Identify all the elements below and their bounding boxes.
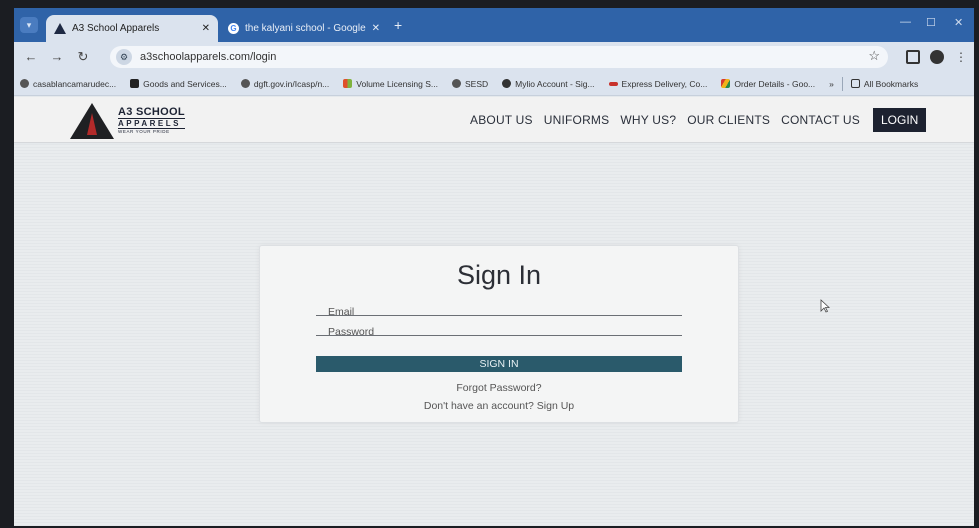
mylio-icon (502, 79, 512, 88)
drive-icon (721, 79, 731, 88)
nav-our-clients[interactable]: OUR CLIENTS (687, 113, 770, 127)
menu-kebab-icon[interactable]: ⋮ (954, 50, 968, 64)
email-input[interactable] (316, 305, 682, 319)
bookmarks-bar: casablancamarudec... Goods and Services.… (14, 72, 974, 96)
nav-contact-us[interactable]: CONTACT US (781, 113, 860, 127)
logo-tagline: WEAR YOUR PRIDE (118, 129, 170, 134)
nav-why-us[interactable]: WHY US? (620, 113, 676, 127)
browser-toolbar: ← → ↻ ⚙ a3schoolapparels.com/login ☆ ⋮ (14, 42, 974, 72)
password-input[interactable] (316, 325, 682, 339)
signup-link[interactable]: Don't have an account? Sign Up (260, 400, 738, 412)
bookmark-star-icon[interactable]: ☆ (868, 48, 880, 64)
microsoft-icon (343, 79, 353, 88)
bookmark-label: Goods and Services... (143, 78, 227, 89)
screen: ▾ A3 School Apparels ✕ G the kalyani sch… (14, 8, 974, 526)
back-arrow-icon[interactable]: ← (22, 48, 40, 66)
minimize-icon[interactable]: — (900, 16, 911, 28)
site-header: A3 SCHOOL APPARELS WEAR YOUR PRIDE ABOUT… (14, 97, 974, 143)
bookmark-label: Mylio Account - Sig... (515, 78, 595, 89)
bookmark-label: Express Delivery, Co... (621, 78, 708, 89)
site-logo[interactable]: A3 SCHOOL APPARELS WEAR YOUR PRIDE (70, 103, 200, 139)
new-tab-icon[interactable]: + (394, 17, 402, 33)
maximize-icon[interactable]: ☐ (926, 16, 936, 29)
globe-icon (452, 79, 462, 88)
all-bookmarks-folder[interactable]: All Bookmarks (850, 78, 919, 89)
nav-about-us[interactable]: ABOUT US (470, 113, 533, 127)
nav-uniforms[interactable]: UNIFORMS (544, 113, 610, 127)
google-icon: G (228, 23, 239, 34)
email-field[interactable] (316, 302, 682, 319)
forgot-password-link[interactable]: Forgot Password? (260, 382, 738, 394)
bookmark-item[interactable]: casablancamarudec... (20, 79, 116, 89)
url-text[interactable]: a3schoolapparels.com/login (140, 51, 276, 63)
bookmark-item[interactable]: dgft.gov.in/Icasp/n... (240, 78, 330, 89)
bookmark-label: Volume Licensing S... (356, 78, 439, 89)
tab-a3-school-apparels[interactable]: A3 School Apparels ✕ (46, 15, 218, 42)
forward-arrow-icon[interactable]: → (48, 48, 66, 66)
delivery-icon (608, 81, 618, 86)
extensions-icon[interactable] (906, 50, 920, 64)
bookmark-label: Order Details - Goo... (734, 78, 816, 89)
bookmark-item[interactable]: Volume Licensing S... (343, 79, 438, 89)
page-body: Sign In SIGN IN Forgot Password? Don't h… (14, 144, 974, 526)
profile-avatar-icon[interactable] (930, 50, 944, 64)
tab-google-search[interactable]: G the kalyani school - Google Sea ✕ (220, 15, 388, 42)
signin-title: Sign In (456, 260, 542, 290)
bookmark-item[interactable]: Goods and Services... (130, 79, 227, 89)
tab-search-icon[interactable]: ▾ (20, 17, 38, 33)
mouse-cursor-icon (820, 299, 830, 313)
logo-line-1: A3 SCHOOL (118, 106, 185, 118)
site-info-icon[interactable]: ⚙ (116, 49, 132, 65)
folder-icon (850, 79, 860, 88)
globe-icon (20, 79, 29, 88)
a3-logo-icon (54, 23, 66, 34)
bookmark-label: casablancamarudec... (33, 78, 117, 89)
tab-title: A3 School Apparels (72, 23, 160, 34)
address-bar[interactable]: ⚙ a3schoolapparels.com/login ☆ (110, 46, 888, 68)
login-button[interactable]: LOGIN (873, 108, 927, 132)
logo-accent-icon (87, 113, 97, 135)
more-bookmarks-label: » (829, 78, 834, 89)
bookmark-item[interactable]: SESD (452, 79, 488, 89)
bookmark-item[interactable]: Order Details - Goo... (721, 79, 815, 89)
tab-title: the kalyani school - Google Sea (245, 23, 368, 34)
bookmarks-divider (841, 76, 843, 91)
site-nav: ABOUT US UNIFORMS WHY US? OUR CLIENTS CO… (470, 108, 927, 132)
browser-tab-strip: ▾ A3 School Apparels ✕ G the kalyani sch… (14, 8, 974, 42)
close-icon[interactable]: ✕ (372, 23, 380, 34)
close-icon[interactable]: ✕ (202, 23, 210, 34)
more-bookmarks-icon[interactable]: » (829, 79, 834, 89)
bookmark-item[interactable]: Express Delivery, Co... (608, 78, 708, 89)
password-field[interactable] (316, 322, 682, 339)
logo-wordmark: A3 SCHOOL APPARELS WEAR YOUR PRIDE (118, 106, 185, 134)
bookmark-label: SESD (465, 78, 489, 89)
gem-icon (130, 79, 140, 88)
logo-line-2: APPARELS (118, 118, 185, 129)
window-close-icon[interactable]: ✕ (954, 16, 963, 29)
signin-button[interactable]: SIGN IN (316, 356, 682, 372)
reload-icon[interactable]: ↻ (74, 48, 92, 66)
bookmark-item[interactable]: Mylio Account - Sig... (502, 78, 595, 89)
globe-icon (240, 79, 250, 88)
bookmark-label: dgft.gov.in/Icasp/n... (253, 78, 330, 89)
signin-card: Sign In SIGN IN Forgot Password? Don't h… (259, 245, 739, 423)
bookmark-label: All Bookmarks (863, 78, 919, 89)
